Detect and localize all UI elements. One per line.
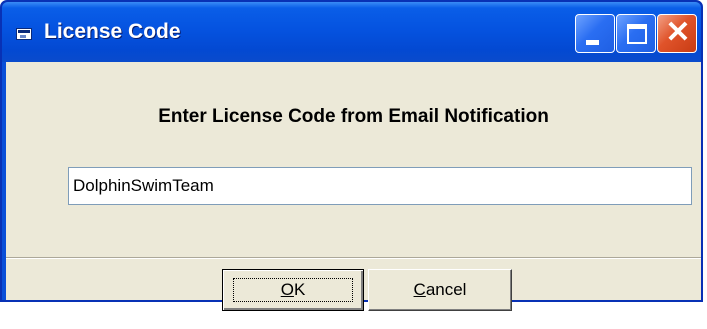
- minimize-button[interactable]: [575, 14, 615, 53]
- window-title: License Code: [44, 20, 181, 43]
- cancel-label-rest: ancel: [425, 280, 467, 299]
- minimize-icon: [586, 40, 599, 45]
- ok-label-rest: K: [293, 280, 306, 299]
- button-divider: [6, 257, 701, 259]
- window-app-icon: [16, 28, 32, 40]
- cancel-button-label: Cancel: [414, 270, 467, 310]
- maximize-button[interactable]: [616, 14, 656, 53]
- ok-button[interactable]: OK: [222, 269, 364, 311]
- dialog-body: Enter License Code from Email Notificati…: [6, 62, 701, 311]
- instruction-label: Enter License Code from Email Notificati…: [158, 106, 549, 127]
- close-icon: ✕: [665, 16, 691, 49]
- license-code-window: License Code ✕ Enter License Code from E…: [0, 0, 703, 311]
- cancel-button[interactable]: Cancel: [368, 269, 512, 311]
- maximize-icon: [627, 24, 647, 44]
- title-bar[interactable]: License Code ✕: [2, 2, 701, 62]
- ok-accelerator: O: [280, 280, 294, 299]
- close-button[interactable]: ✕: [657, 14, 697, 53]
- license-code-input[interactable]: [68, 167, 692, 205]
- cancel-accelerator: C: [413, 280, 426, 299]
- ok-button-label: OK: [281, 270, 306, 310]
